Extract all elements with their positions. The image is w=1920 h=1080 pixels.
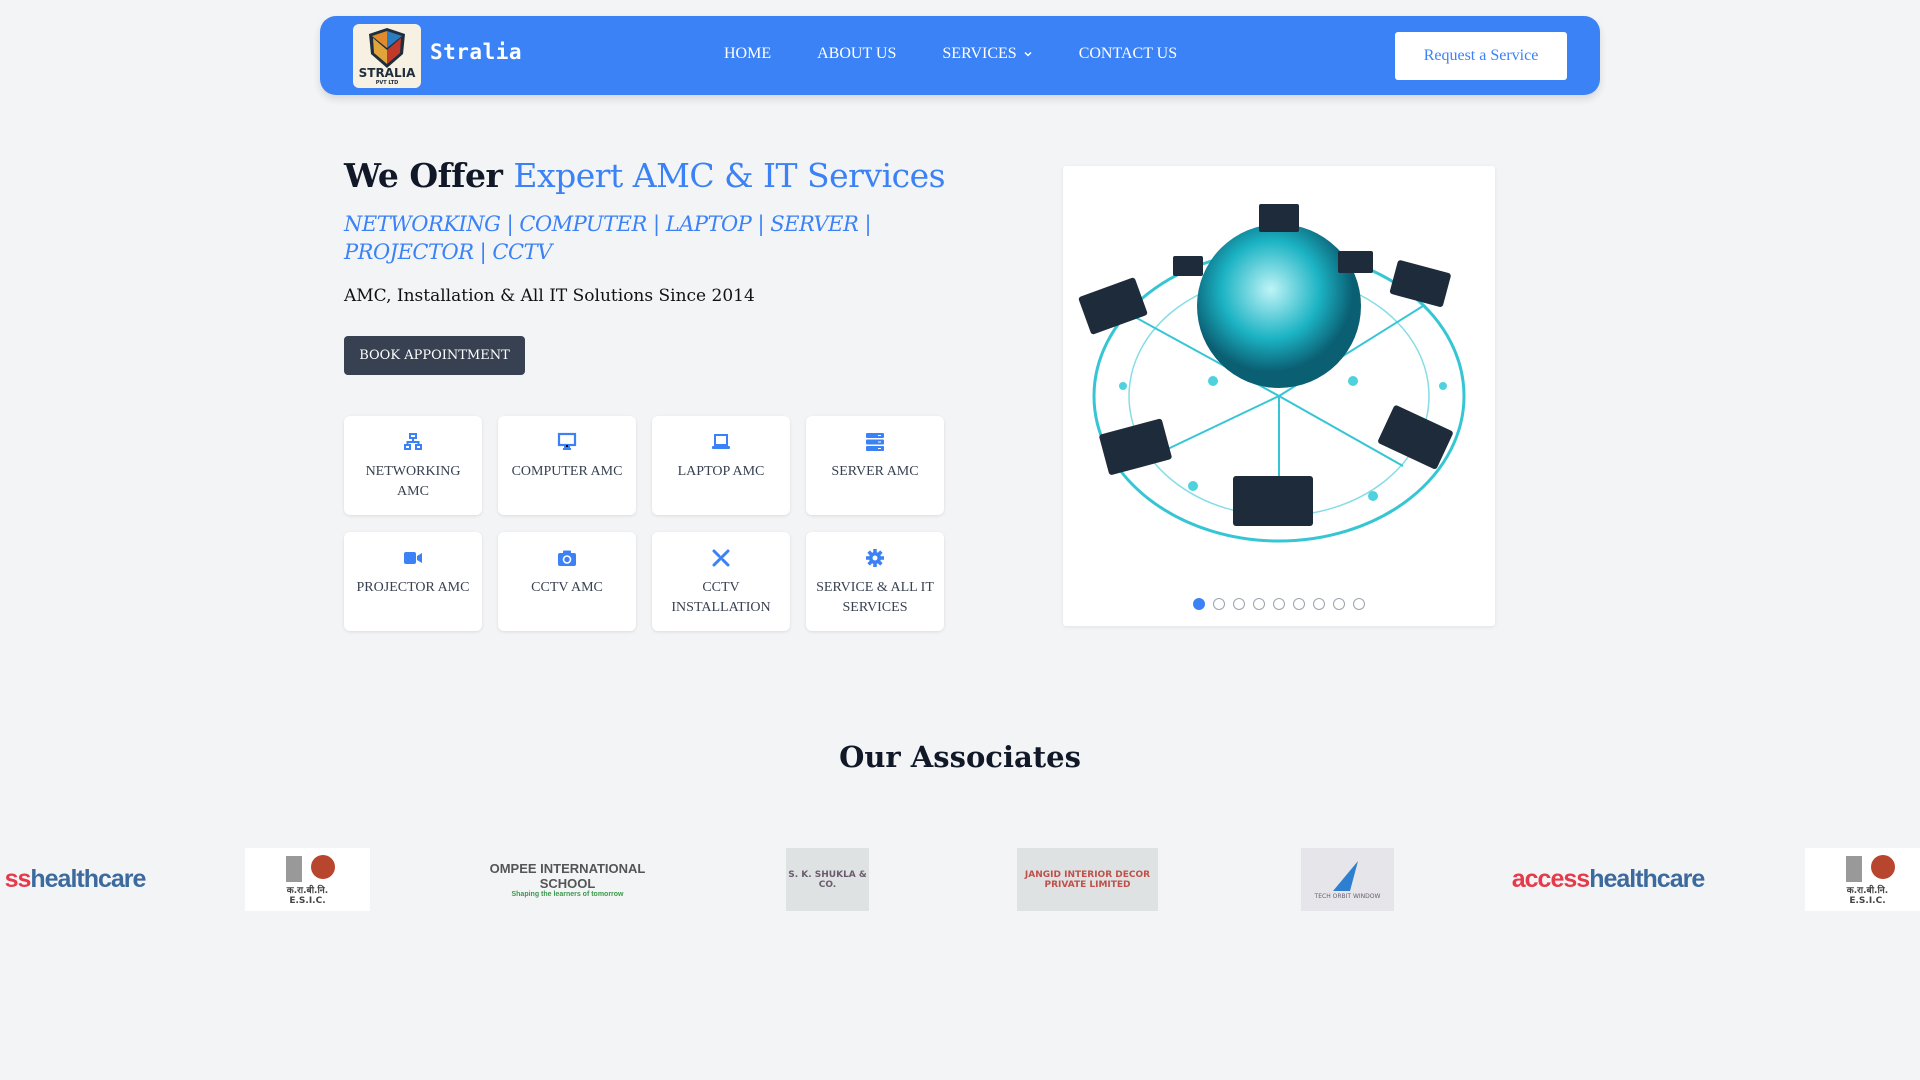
logo-name: JANGID INTERIOR DECOR PRIVATE LIMITED: [1024, 869, 1151, 890]
logo-name: TECH ORBIT WINDOW: [1314, 893, 1381, 900]
carousel-dot[interactable]: [1353, 598, 1365, 610]
service-card-computer[interactable]: COMPUTER AMC: [498, 416, 636, 515]
nav-services[interactable]: SERVICES: [942, 45, 1032, 63]
nav-about[interactable]: ABOUT US: [817, 45, 896, 63]
carousel-dot[interactable]: [1293, 598, 1305, 610]
logo-part: healthcare: [30, 865, 146, 893]
associate-logo-ompee: OMPEE INTERNATIONAL SCHOOL Shaping the le…: [465, 848, 670, 911]
associate-logo-tech-orbit: TECH ORBIT WINDOW: [1301, 848, 1394, 911]
associate-logo-accesshealthcare: access healthcare: [1505, 848, 1711, 911]
logo-name: E.S.I.C.: [289, 896, 326, 906]
logo-part: healthcare: [1589, 865, 1705, 893]
associates-title: Our Associates: [839, 740, 1081, 774]
hero-carousel[interactable]: [1063, 166, 1495, 626]
hero-since: AMC, Installation & All IT Solutions Sin…: [344, 286, 755, 306]
camera-icon: [558, 550, 576, 566]
logo-name: E.S.I.C.: [1849, 896, 1886, 906]
request-service-button[interactable]: Request a Service: [1395, 32, 1567, 80]
logo-name: OMPEE INTERNATIONAL SCHOOL: [489, 861, 646, 891]
esic-emblem-icon: [285, 855, 335, 882]
brand-name[interactable]: Stralia: [430, 40, 522, 64]
service-label: SERVER AMC: [831, 464, 919, 479]
chevron-down-icon: [1024, 51, 1032, 57]
service-label: SERVICE & ALL IT SERVICES: [816, 580, 934, 615]
carousel-dot[interactable]: [1213, 598, 1225, 610]
logo-part: ss: [4, 865, 32, 893]
hero-subtitle: NETWORKING | COMPUTER | LAPTOP | SERVER …: [344, 212, 872, 264]
tools-icon: [712, 549, 730, 567]
service-card-cctv[interactable]: CCTV AMC: [498, 532, 636, 631]
logo-part: access: [1511, 865, 1590, 893]
service-card-all-it[interactable]: SERVICE & ALL IT SERVICES: [806, 532, 944, 631]
service-label: COMPUTER AMC: [511, 464, 623, 479]
network-icon: [404, 433, 422, 450]
nav-home[interactable]: HOME: [724, 45, 771, 63]
associate-logo-esic: क.रा.बी.नि. E.S.I.C.: [245, 848, 370, 911]
server-icon: [866, 433, 884, 451]
service-label: CCTV AMC: [531, 580, 603, 595]
hero-title: We Offer Expert AMC & IT Services: [344, 156, 946, 195]
associate-logo-sk-shukla: S. K. SHUKLA & CO.: [786, 848, 869, 911]
video-camera-icon: [404, 552, 422, 564]
service-card-server[interactable]: SERVER AMC: [806, 416, 944, 515]
logo-name: S. K. SHUKLA & CO.: [788, 869, 867, 890]
carousel-dot[interactable]: [1313, 598, 1325, 610]
title-highlight: Expert AMC & IT Services: [513, 156, 946, 195]
book-appointment-button[interactable]: BOOK APPOINTMENT: [344, 336, 525, 375]
service-label: CCTV INSTALLATION: [671, 580, 771, 615]
logo-sub: क.रा.बी.नि.: [1846, 886, 1889, 896]
nav-contact[interactable]: CONTACT US: [1079, 45, 1177, 63]
gear-icon: [866, 549, 884, 567]
logo-tagline: Shaping the learners of tomorrow: [511, 891, 624, 898]
carousel-dot[interactable]: [1233, 598, 1245, 610]
carousel-dot[interactable]: [1193, 598, 1205, 610]
associate-logo-healthcare: ss healthcare: [0, 848, 150, 911]
service-card-laptop[interactable]: LAPTOP AMC: [652, 416, 790, 515]
carousel-dots: [1063, 598, 1495, 610]
service-label: LAPTOP AMC: [677, 464, 765, 479]
it-network-globe-illustration: [1078, 204, 1466, 543]
service-label: NETWORKING AMC: [365, 464, 461, 499]
associate-logo-esic-2: क.रा.बी.नि. E.S.I.C.: [1805, 848, 1920, 911]
laptop-icon: [712, 434, 730, 449]
logo-text: STRALIA: [358, 66, 416, 80]
company-logo[interactable]: STRALIA PVT LTD: [353, 24, 421, 88]
top-navbar: STRALIA PVT LTD Stralia HOME ABOUT US SE…: [320, 16, 1600, 95]
carousel-dot[interactable]: [1273, 598, 1285, 610]
service-card-cctv-installation[interactable]: CCTV INSTALLATION: [652, 532, 790, 631]
associate-logo-jangid: JANGID INTERIOR DECOR PRIVATE LIMITED: [1017, 848, 1158, 911]
service-label: PROJECTOR AMC: [356, 580, 470, 595]
service-card-projector[interactable]: PROJECTOR AMC: [344, 532, 482, 631]
nav-services-label: SERVICES: [942, 45, 1017, 62]
tech-orbit-icon: [1332, 861, 1358, 891]
title-plain: We Offer: [344, 156, 503, 195]
logo-subtext: PVT LTD: [375, 80, 399, 86]
logo-sub: क.रा.बी.नि.: [286, 886, 329, 896]
esic-emblem-icon: [1845, 855, 1895, 882]
service-card-networking[interactable]: NETWORKING AMC: [344, 416, 482, 515]
desktop-icon: [557, 432, 577, 450]
carousel-dot[interactable]: [1253, 598, 1265, 610]
carousel-dot[interactable]: [1333, 598, 1345, 610]
